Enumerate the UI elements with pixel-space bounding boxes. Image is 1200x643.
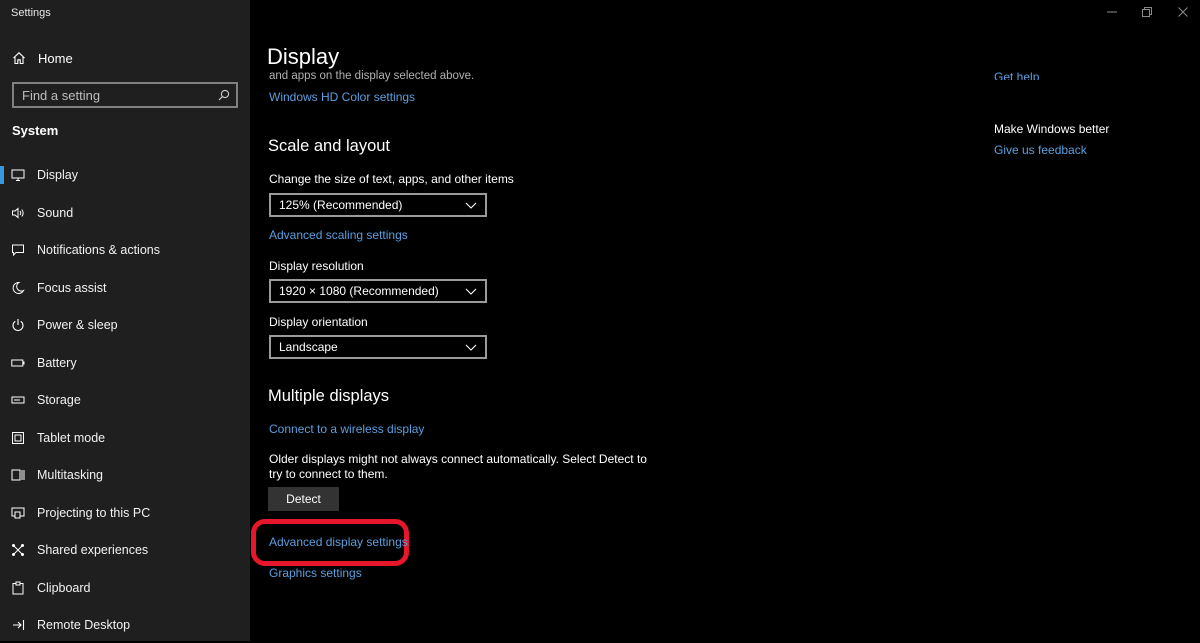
- monitor-icon: [11, 168, 25, 182]
- orientation-label: Display orientation: [269, 315, 368, 329]
- message-icon: [11, 243, 25, 257]
- chevron-down-icon: [465, 202, 477, 209]
- speaker-icon: [11, 206, 25, 220]
- projector-icon: [11, 506, 25, 520]
- search-icon[interactable]: [218, 88, 230, 106]
- multitasking-icon: [11, 468, 25, 482]
- close-button[interactable]: [1178, 7, 1188, 20]
- orientation-dropdown[interactable]: Landscape: [269, 335, 487, 359]
- moon-icon: [11, 281, 25, 295]
- make-windows-better-heading: Make Windows better: [994, 122, 1110, 136]
- sidebar-item-multitasking[interactable]: Multitasking: [0, 457, 250, 493]
- sidebar-item-projecting[interactable]: Projecting to this PC: [0, 495, 250, 531]
- sidebar-item-label: Focus assist: [37, 281, 107, 295]
- minimize-button[interactable]: [1107, 7, 1117, 20]
- clipboard-icon: [11, 581, 25, 595]
- sidebar-item-label: Storage: [37, 393, 81, 407]
- sidebar-item-focus-assist[interactable]: Focus assist: [0, 270, 250, 306]
- restore-button[interactable]: [1142, 7, 1152, 20]
- sidebar-item-label: Shared experiences: [37, 543, 149, 557]
- search-input[interactable]: [14, 86, 214, 104]
- resolution-value: 1920 × 1080 (Recommended): [279, 284, 439, 298]
- resolution-dropdown[interactable]: 1920 × 1080 (Recommended): [269, 279, 487, 303]
- orientation-value: Landscape: [279, 340, 338, 354]
- sidebar-item-label: Sound: [37, 206, 74, 220]
- sidebar-item-label: Remote Desktop: [37, 618, 131, 632]
- sidebar-item-label: Power & sleep: [37, 318, 118, 332]
- sidebar-item-notifications[interactable]: Notifications & actions: [0, 232, 250, 268]
- sidebar-item-label: Clipboard: [37, 581, 91, 595]
- advanced-scaling-link[interactable]: Advanced scaling settings: [269, 228, 408, 242]
- scale-layout-heading: Scale and layout: [268, 137, 391, 155]
- sidebar-item-label: Notifications & actions: [37, 243, 160, 257]
- scale-dropdown[interactable]: 125% (Recommended): [269, 193, 487, 217]
- sidebar-item-label: Tablet mode: [37, 431, 106, 445]
- sidebar-item-shared-experiences[interactable]: Shared experiences: [0, 532, 250, 568]
- sidebar-item-sound[interactable]: Sound: [0, 195, 250, 231]
- sidebar-item-label: Projecting to this PC: [37, 506, 151, 520]
- scale-label: Change the size of text, apps, and other…: [269, 172, 514, 186]
- sidebar-item-label: Battery: [37, 356, 77, 370]
- chevron-down-icon: [465, 344, 477, 351]
- home-label: Home: [38, 50, 73, 66]
- sidebar-item-storage[interactable]: Storage: [0, 382, 250, 418]
- sidebar-item-remote-desktop[interactable]: Remote Desktop: [0, 607, 250, 643]
- page-title: Display: [267, 44, 340, 69]
- multiple-displays-heading: Multiple displays: [268, 387, 390, 405]
- close-icon: [1178, 7, 1188, 17]
- sidebar-item-power[interactable]: Power & sleep: [0, 307, 250, 343]
- tablet-icon: [11, 431, 25, 445]
- older-displays-text-line1: Older displays might not always connect …: [269, 452, 647, 466]
- sidebar-item-label: Display: [37, 168, 78, 182]
- sidebar-item-tablet-mode[interactable]: Tablet mode: [0, 420, 250, 456]
- graphics-settings-link[interactable]: Graphics settings: [269, 566, 362, 580]
- minimize-icon: [1107, 11, 1117, 13]
- restore-icon: [1142, 7, 1152, 17]
- home-icon: [12, 51, 26, 65]
- home-button[interactable]: Home: [12, 48, 73, 68]
- chevron-down-icon: [465, 288, 477, 295]
- app-title: Settings: [11, 7, 51, 19]
- give-feedback-link[interactable]: Give us feedback: [994, 143, 1087, 157]
- sidebar-item-label: Multitasking: [37, 468, 103, 482]
- wireless-display-link[interactable]: Connect to a wireless display: [269, 422, 424, 436]
- sidebar-item-display[interactable]: Display: [0, 157, 250, 193]
- get-help-link[interactable]: Get help: [994, 70, 1039, 80]
- detect-button[interactable]: Detect: [268, 487, 339, 511]
- share-icon: [11, 543, 25, 557]
- sidebar: Settings Home System Display Sound Notif…: [0, 0, 250, 641]
- remote-desktop-icon: [11, 618, 25, 632]
- resolution-label: Display resolution: [269, 259, 364, 273]
- sidebar-item-clipboard[interactable]: Clipboard: [0, 570, 250, 606]
- clipped-description: and apps on the display selected above.: [269, 70, 475, 82]
- older-displays-text-line2: try to connect to them.: [269, 467, 388, 481]
- sidebar-item-battery[interactable]: Battery: [0, 345, 250, 381]
- search-box[interactable]: [12, 82, 238, 108]
- section-label: System: [12, 123, 59, 138]
- hd-color-link[interactable]: Windows HD Color settings: [269, 90, 415, 104]
- storage-icon: [11, 393, 25, 407]
- power-icon: [11, 318, 25, 332]
- scale-value: 125% (Recommended): [279, 198, 403, 212]
- battery-icon: [11, 356, 25, 370]
- advanced-display-settings-link[interactable]: Advanced display settings: [269, 535, 408, 549]
